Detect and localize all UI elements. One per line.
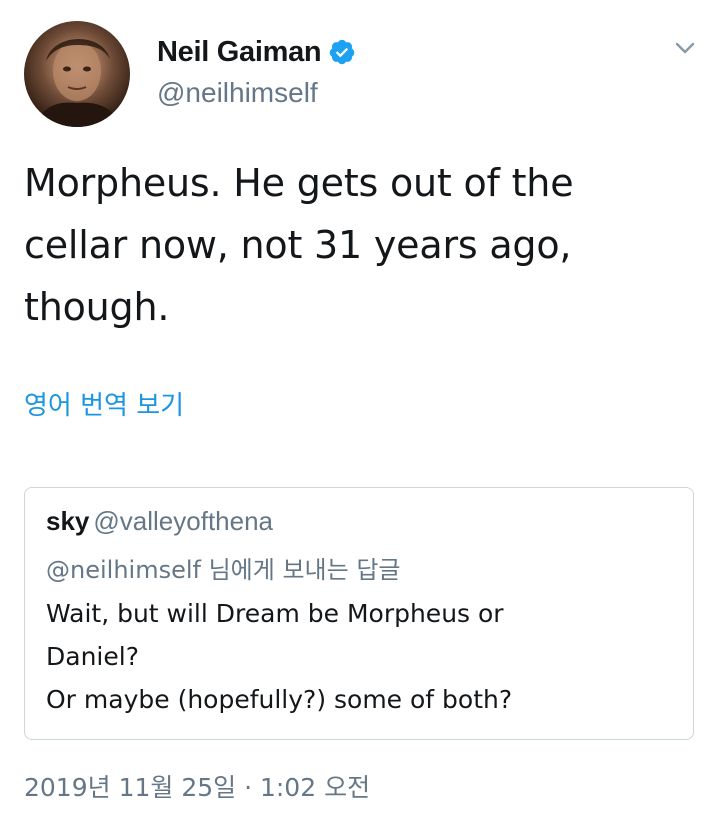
reply-context: @neilhimself 님에게 보내는 답글 <box>46 556 401 584</box>
translate-tweet-link[interactable]: 영어 번역 보기 <box>24 385 184 422</box>
author-handle[interactable]: @neilhimself <box>157 77 356 109</box>
tweet-text: Morpheus. He gets out of the cellar now,… <box>24 152 694 338</box>
verified-badge-icon <box>328 38 356 66</box>
chevron-down-icon[interactable] <box>672 38 698 58</box>
avatar-portrait <box>34 38 122 127</box>
quoted-author-name: sky <box>46 506 90 536</box>
quoted-tweet[interactable]: sky @valleyofthena @neilhimself 님에게 보내는 답… <box>24 487 694 740</box>
author-block: Neil Gaiman @neilhimself <box>157 30 356 109</box>
tweet-text-line: Morpheus. He gets out of the <box>24 161 574 205</box>
author-avatar[interactable] <box>24 21 130 127</box>
quoted-author-handle: @valleyofthena <box>93 506 274 536</box>
tweet-text-line: though. <box>24 285 170 329</box>
author-display-name[interactable]: Neil Gaiman <box>157 36 322 69</box>
quoted-tweet-header: sky @valleyofthena <box>46 506 273 537</box>
author-name-row: Neil Gaiman <box>157 30 356 74</box>
quoted-text-line: Daniel? <box>46 642 139 671</box>
quoted-text-line: Or maybe (hopefully?) some of both? <box>46 685 513 714</box>
quoted-text-line: Wait, but will Dream be Morpheus or <box>46 599 504 628</box>
tweet-timestamp[interactable]: 2019년 11월 25일 · 1:02 오전 <box>24 768 370 804</box>
quoted-tweet-text: Wait, but will Dream be Morpheus or Dani… <box>46 592 666 721</box>
tweet-card: Neil Gaiman @neilhimself Morpheus. He ge… <box>0 0 720 827</box>
tweet-text-line: cellar now, not 31 years ago, <box>24 223 572 267</box>
